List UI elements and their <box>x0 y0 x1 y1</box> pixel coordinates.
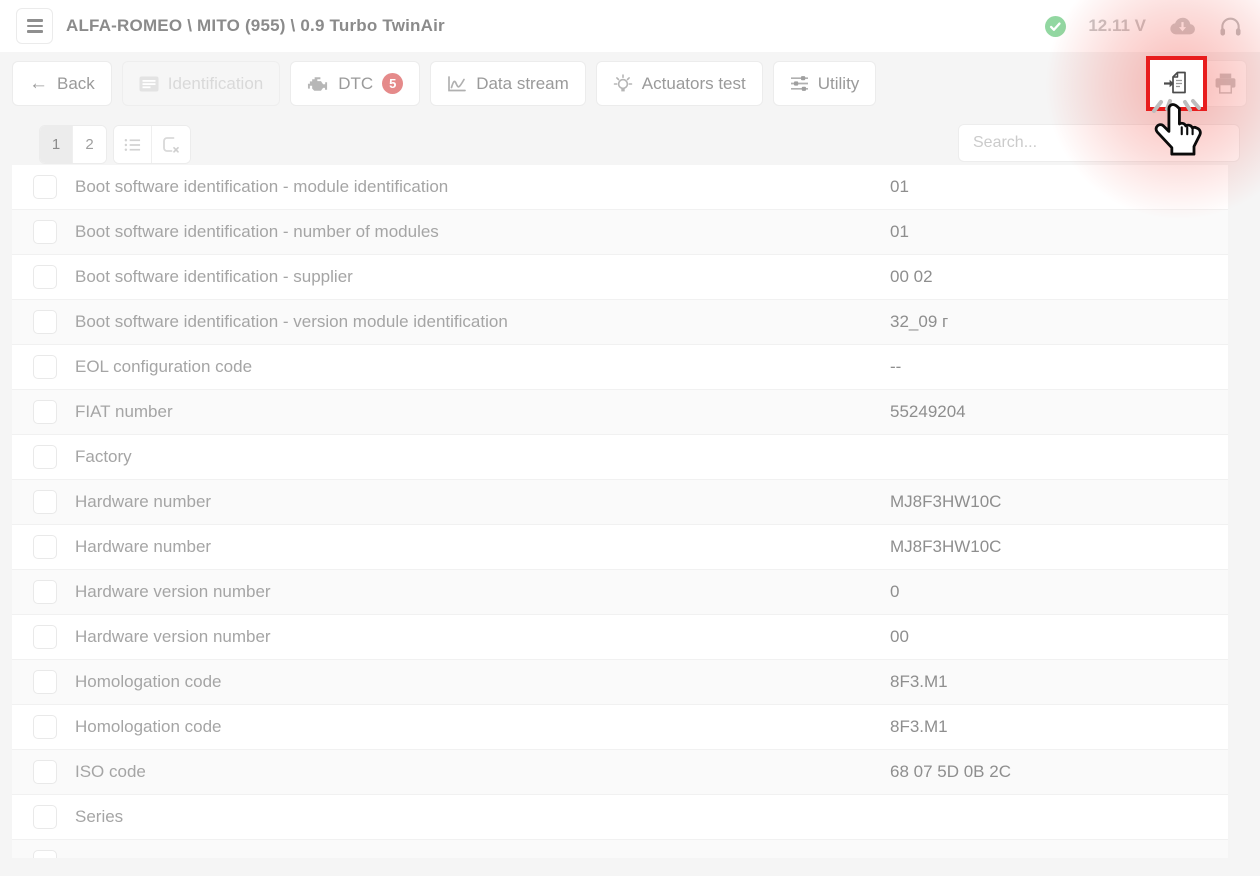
back-button[interactable]: ← Back <box>12 61 112 106</box>
tab-data-stream[interactable]: Data stream <box>430 61 586 106</box>
row-label: FIAT number <box>75 402 173 422</box>
row-value: 0 <box>890 582 899 602</box>
table-row: FIAT number 55249204 <box>12 390 1228 435</box>
red-highlight-box <box>1146 56 1207 111</box>
table-row: Boot software identification - supplier … <box>12 255 1228 300</box>
line-chart-icon <box>447 75 467 93</box>
row-label: ISO code <box>75 762 146 782</box>
row-value: 8F3.M1 <box>890 672 948 692</box>
row-label: Boot software identification - module id… <box>75 177 448 197</box>
page-button-2[interactable]: 2 <box>73 126 106 163</box>
row-checkbox[interactable] <box>33 625 57 649</box>
headphones-icon[interactable] <box>1219 15 1242 38</box>
row-label: Series <box>75 807 123 827</box>
row-checkbox[interactable] <box>33 355 57 379</box>
table-row: Hardware number MJ8F3HW10C <box>12 525 1228 570</box>
table-row: Factory <box>12 435 1228 480</box>
row-checkbox[interactable] <box>33 175 57 199</box>
row-label: EOL configuration code <box>75 357 252 377</box>
vehicle-breadcrumb-title: ALFA-ROMEO \ MITO (955) \ 0.9 Turbo Twin… <box>66 0 445 52</box>
table-row: Boot software identification - module id… <box>12 165 1228 210</box>
list-view-icon <box>124 138 141 152</box>
row-checkbox[interactable] <box>33 760 57 784</box>
row-label: Hardware number <box>75 492 211 512</box>
battery-voltage: 12.11 V <box>1088 16 1146 36</box>
table-row: Hardware version number 00 <box>12 615 1228 660</box>
print-button[interactable] <box>1203 60 1247 107</box>
list-view-button[interactable] <box>114 126 152 163</box>
cloud-download-icon[interactable] <box>1168 16 1197 36</box>
hamburger-menu-button[interactable] <box>16 8 53 44</box>
hamburger-icon <box>27 19 43 33</box>
toolbar: ← Back Identification DTC 5 Data stream <box>12 61 876 106</box>
table-row: Homologation code 8F3.M1 <box>12 705 1228 750</box>
row-value: MJ8F3HW10C <box>890 537 1001 557</box>
table[interactable]: Boot software identification - module id… <box>12 165 1228 858</box>
row-checkbox[interactable] <box>33 850 57 858</box>
row-checkbox[interactable] <box>33 220 57 244</box>
row-value: 01 <box>890 177 909 197</box>
row-checkbox[interactable] <box>33 310 57 334</box>
row-checkbox[interactable] <box>33 535 57 559</box>
table-row: Boot software identification - version m… <box>12 300 1228 345</box>
row-value: 01 <box>890 222 909 242</box>
row-label: Homologation code <box>75 717 221 737</box>
table-row: Hardware version number 0 <box>12 570 1228 615</box>
row-label: Boot software identification - number of… <box>75 222 439 242</box>
lightbulb-icon <box>613 74 633 94</box>
clear-selection-icon <box>162 136 180 154</box>
connection-status-check-icon <box>1045 16 1066 37</box>
row-label: Hardware version number <box>75 627 271 647</box>
printer-icon <box>1214 73 1237 94</box>
tab-identification: Identification <box>122 61 280 106</box>
export-report-button[interactable] <box>1163 69 1190 101</box>
row-value: 00 02 <box>890 267 933 287</box>
row-checkbox[interactable] <box>33 715 57 739</box>
row-checkbox[interactable] <box>33 445 57 469</box>
row-value: 68 07 5D 0B 2C <box>890 762 1011 782</box>
row-label: Homologation code <box>75 672 221 692</box>
export-report-icon <box>1163 69 1190 96</box>
check-engine-icon <box>307 76 329 92</box>
row-label: Hardware version number <box>75 582 271 602</box>
row-checkbox[interactable] <box>33 805 57 829</box>
id-card-icon <box>139 76 159 92</box>
back-arrow-icon: ← <box>29 74 48 93</box>
row-checkbox[interactable] <box>33 265 57 289</box>
row-label: Hardware number <box>75 537 211 557</box>
table-row: Series <box>12 795 1228 840</box>
row-label: Boot software identification - supplier <box>75 267 353 287</box>
table-row: Homologation code 8F3.M1 <box>12 660 1228 705</box>
row-value: 00 <box>890 627 909 647</box>
table-row: ISO code 68 07 5D 0B 2C <box>12 750 1228 795</box>
row-label: Boot software identification - version m… <box>75 312 508 332</box>
row-checkbox[interactable] <box>33 580 57 604</box>
top-bar: ALFA-ROMEO \ MITO (955) \ 0.9 Turbo Twin… <box>0 0 1260 52</box>
table-row: Hardware number MJ8F3HW10C <box>12 480 1228 525</box>
table-row: EOL configuration code -- <box>12 345 1228 390</box>
row-value: MJ8F3HW10C <box>890 492 1001 512</box>
view-tools <box>113 125 191 164</box>
dtc-count-badge: 5 <box>382 73 403 94</box>
tab-actuators-test[interactable]: Actuators test <box>596 61 763 106</box>
tab-utility[interactable]: Utility <box>773 61 877 106</box>
row-value: 55249204 <box>890 402 966 422</box>
row-value: -- <box>890 357 901 377</box>
row-checkbox[interactable] <box>33 670 57 694</box>
row-checkbox[interactable] <box>33 400 57 424</box>
row-checkbox[interactable] <box>33 490 57 514</box>
row-value: 32_09 г <box>890 312 948 332</box>
sliders-icon <box>790 75 809 92</box>
pagination: 1 2 <box>39 125 107 164</box>
search-input[interactable] <box>958 124 1240 162</box>
tab-dtc[interactable]: DTC 5 <box>290 61 420 106</box>
row-value: 8F3.M1 <box>890 717 948 737</box>
row-label: Factory <box>75 447 132 467</box>
page-button-1[interactable]: 1 <box>40 126 73 163</box>
clear-selection-button[interactable] <box>152 126 190 163</box>
table-row <box>12 840 1228 858</box>
table-row: Boot software identification - number of… <box>12 210 1228 255</box>
